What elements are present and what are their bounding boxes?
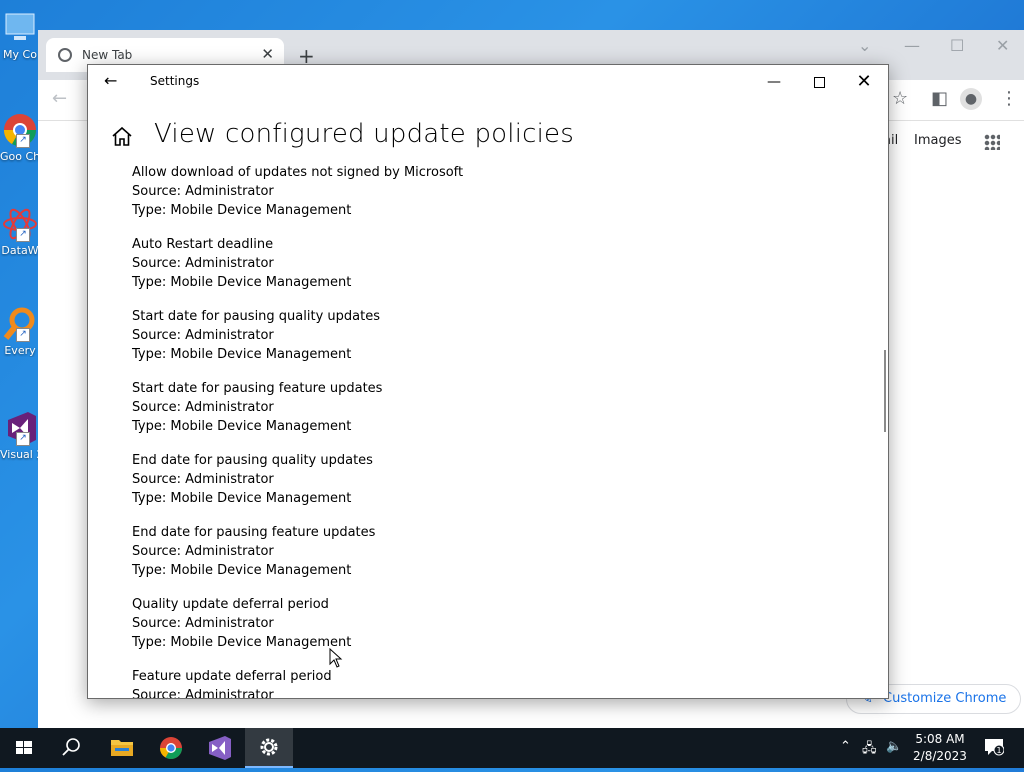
visual-studio-icon [209,736,231,760]
customize-chrome-label: Customize Chrome [883,691,1007,706]
computer-icon [2,10,38,46]
close-tab-icon[interactable]: ✕ [261,45,274,63]
policy-item: End date for pausing feature updates Sou… [132,523,832,595]
desktop-icon-datawrapper[interactable]: ↗ DataW [0,206,40,257]
settings-window: ← Settings — ✕ View configured update po… [87,64,889,699]
visual-studio-icon: ↗ [2,410,38,446]
desktop-icon-label: DataW [1,244,39,257]
volume-icon[interactable]: 🔈 [886,739,902,754]
policy-name: End date for pausing feature updates [132,525,376,540]
shortcut-arrow-icon: ↗ [16,228,30,242]
policy-item: Start date for pausing feature updates S… [132,379,832,451]
show-hidden-icons-chevron[interactable]: ⌃ [840,739,851,754]
chrome-favicon-icon [58,48,72,62]
policy-item: Start date for pausing quality updates S… [132,307,832,379]
close-button[interactable]: ✕ [841,68,887,96]
clock-time: 5:08 AM [915,732,965,746]
chrome-tab-title: New Tab [82,48,133,62]
system-clock[interactable]: 5:08 AM 2/8/2023 [905,731,975,765]
policy-type: Type: Mobile Device Management [132,419,352,434]
shortcut-arrow-icon: ↗ [16,134,30,148]
taskbar-chrome[interactable] [147,728,195,768]
policy-item: Feature update deferral period Source: A… [132,667,832,699]
policy-type: Type: Mobile Device Management [132,491,352,506]
taskbar: ⌃ 🖧 🔈 5:08 AM 2/8/2023 1 [0,728,1024,768]
maximize-icon [813,76,825,88]
desktop-icon-label: Every [4,344,36,357]
policy-name: Auto Restart deadline [132,237,274,252]
shortcut-arrow-icon: ↗ [16,432,30,446]
policy-source: Source: Administrator [132,256,274,271]
window-title: Settings [150,74,200,88]
back-arrow-icon[interactable]: ← [104,71,117,90]
policy-source: Source: Administrator [132,616,274,631]
maximize-icon[interactable]: ☐ [950,36,964,55]
notification-count: 1 [996,746,1001,755]
policy-type: Type: Mobile Device Management [132,563,352,578]
home-icon[interactable] [110,125,134,149]
taskbar-visual-studio[interactable] [196,728,244,768]
folder-icon [111,740,133,756]
taskbar-settings[interactable] [245,728,293,768]
tab-search-icon[interactable]: ⌄ [858,36,871,55]
start-button[interactable] [0,728,48,768]
profile-avatar-icon[interactable]: ● [960,88,982,110]
policy-name: Feature update deferral period [132,669,332,684]
back-arrow-icon[interactable]: ← [52,88,67,109]
images-link[interactable]: Images [914,133,962,148]
desktop-icon-label: Goo Chro [0,150,40,163]
desktop-icon-label: My Co [3,48,37,61]
close-icon[interactable]: ✕ [996,36,1009,55]
desktop-icon-label: Visual 20 [0,448,40,461]
minimize-icon[interactable]: — [904,36,920,55]
policy-item: Auto Restart deadline Source: Administra… [132,235,832,307]
notification-center-icon[interactable]: 1 [984,738,1004,756]
everything-search-icon: ↗ [2,306,38,342]
desktop-icon-visual-studio[interactable]: ↗ Visual 20 [0,410,40,461]
minimize-button[interactable]: — [751,68,797,96]
taskbar-file-explorer[interactable] [98,728,146,768]
mouse-cursor-icon [329,648,343,668]
policy-source: Source: Administrator [132,184,274,199]
policy-item: Allow download of updates not signed by … [132,163,832,235]
shortcut-arrow-icon: ↗ [16,328,30,342]
network-icon[interactable]: 🖧 [862,739,877,761]
search-icon [62,738,80,756]
policy-source: Source: Administrator [132,472,274,487]
policy-source: Source: Administrator [132,688,274,699]
policy-type: Type: Mobile Device Management [132,347,352,362]
desktop-icon-everything[interactable]: ↗ Every [0,306,40,357]
chrome-menu-icon[interactable]: ⋮ [1000,88,1018,109]
policy-source: Source: Administrator [132,328,274,343]
policy-list: Allow download of updates not signed by … [132,163,832,699]
policy-type: Type: Mobile Device Management [132,203,352,218]
desktop-icon-google-chrome[interactable]: ↗ Goo Chro [0,112,40,163]
policy-item: End date for pausing quality updates Sou… [132,451,832,523]
side-panel-icon[interactable]: ◧ [931,88,948,109]
bookmark-star-icon[interactable]: ☆ [892,88,908,109]
taskbar-search-button[interactable] [48,728,96,768]
policy-type: Type: Mobile Device Management [132,635,352,650]
datawrapper-icon: ↗ [2,206,38,242]
maximize-button[interactable] [796,68,842,96]
page-title: View configured update policies [154,119,574,149]
settings-titlebar: ← Settings — ✕ [88,65,888,99]
policy-item: Quality update deferral period Source: A… [132,595,832,667]
chrome-icon: ↗ [2,112,38,148]
policy-name: Start date for pausing feature updates [132,381,383,396]
desktop-icon-my-computer[interactable]: My Co [0,10,40,61]
google-apps-icon[interactable] [984,134,1000,150]
gear-icon [260,738,278,756]
policy-source: Source: Administrator [132,544,274,559]
scrollbar-thumb[interactable] [884,350,886,432]
policy-name: Allow download of updates not signed by … [132,165,464,180]
policy-source: Source: Administrator [132,400,274,415]
chrome-icon [160,737,182,759]
policy-name: Quality update deferral period [132,597,329,612]
windows-logo-icon [16,741,32,754]
policy-type: Type: Mobile Device Management [132,275,352,290]
policy-name: End date for pausing quality updates [132,453,373,468]
clock-date: 2/8/2023 [913,749,967,763]
policy-name: Start date for pausing quality updates [132,309,380,324]
